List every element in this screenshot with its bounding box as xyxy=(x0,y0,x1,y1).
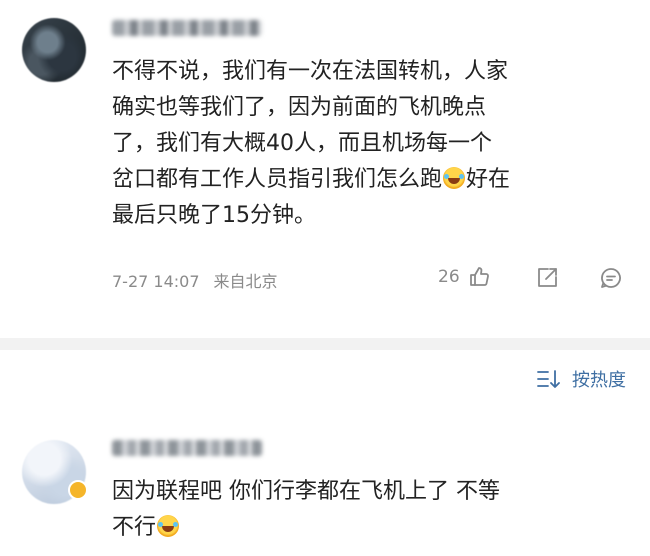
comment-line: 了，我们有大概40人，而且机场每一个 xyxy=(112,131,492,156)
username-blurred[interactable] xyxy=(112,440,262,456)
verified-badge-icon xyxy=(68,480,88,500)
comment-icon xyxy=(601,268,621,288)
like-button[interactable]: 26 xyxy=(438,264,492,290)
comment-line: 因为联程吧 你们行李都在飞机上了 不等 xyxy=(112,479,500,504)
laugh-cry-emoji-icon xyxy=(443,167,466,189)
comment-line-with-emoji: 岔口都有工作人员指引我们怎么跑 好在 xyxy=(112,162,632,198)
comment-line: 确实也等我们了，因为前面的飞机晚点 xyxy=(112,95,487,120)
comment-line: 不得不说，我们有一次在法国转机，人家 xyxy=(112,59,509,84)
comment-line-part: 不行 xyxy=(112,515,157,540)
comments-page: 不得不说，我们有一次在法国转机，人家 确实也等我们了，因为前面的飞机晚点 了，我… xyxy=(0,0,650,556)
comment-text: 不得不说，我们有一次在法国转机，人家 确实也等我们了，因为前面的飞机晚点 了，我… xyxy=(112,54,632,234)
comment-line-with-emoji: 不行 xyxy=(112,510,632,546)
sort-label: 按热度 xyxy=(572,370,626,391)
comment-button[interactable] xyxy=(598,265,624,291)
comment-text: 因为联程吧 你们行李都在飞机上了 不等 不行 xyxy=(112,474,632,546)
share-icon xyxy=(538,268,557,287)
sort-by-hot-button[interactable]: 按热度 xyxy=(536,366,626,392)
username-blurred[interactable] xyxy=(112,20,262,36)
comment-location: 来自北京 xyxy=(213,272,278,291)
avatar[interactable] xyxy=(22,18,86,82)
laugh-cry-emoji-icon xyxy=(157,515,180,537)
comment-line-part: 好在 xyxy=(466,167,511,192)
comment-line: 最后只晚了15分钟。 xyxy=(112,203,316,228)
comment-time: 7-27 14:07 xyxy=(112,272,200,291)
thumbs-up-icon xyxy=(466,264,492,290)
share-button[interactable] xyxy=(534,265,560,291)
section-divider xyxy=(0,338,650,350)
comment-line-part: 岔口都有工作人员指引我们怎么跑 xyxy=(112,167,443,192)
like-count: 26 xyxy=(438,267,460,287)
comment-meta: 7-27 14:07 来自北京 xyxy=(112,268,278,292)
sort-icon xyxy=(537,370,560,388)
